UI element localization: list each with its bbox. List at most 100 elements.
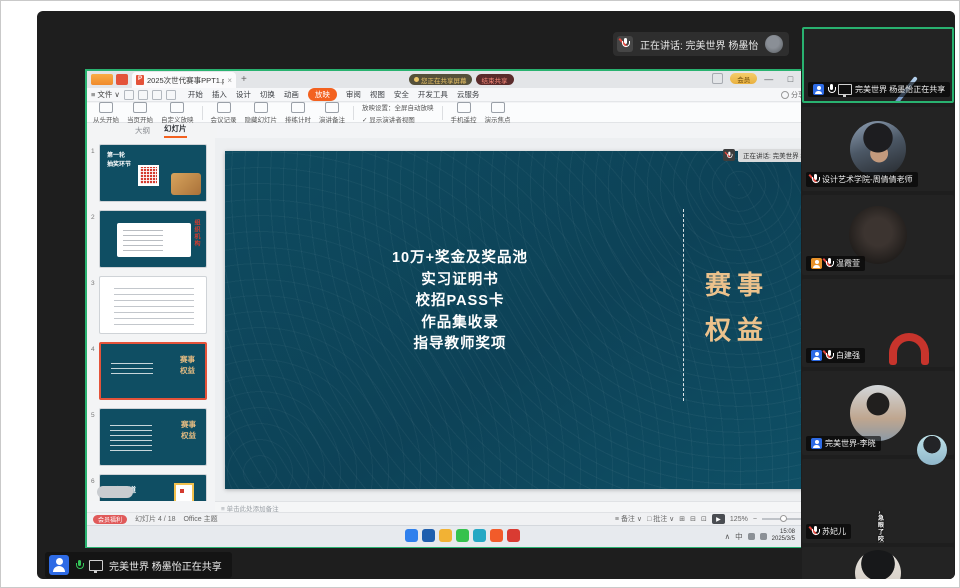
tab-view[interactable]: 视图 [370, 89, 385, 100]
tool-meeting-record[interactable]: 会议记录 [211, 102, 237, 124]
participant-tile[interactable]: 温霞萱 [802, 195, 954, 275]
wps-home-button[interactable] [91, 74, 113, 85]
text-lines-graphic [114, 287, 194, 325]
notes-toggle[interactable]: ≡ 备注 ∨ [615, 514, 642, 524]
muted-mic-icon [617, 36, 633, 52]
thumb-number: 4 [91, 346, 95, 353]
slide-thumbnail-1[interactable]: 第一轮 抽奖环节 [99, 144, 207, 202]
slide-thumbnail-4-selected[interactable]: 赛事权益 [99, 342, 207, 400]
tray-expand-icon[interactable]: ∧ [725, 532, 731, 541]
tool-hide-slide[interactable]: 隐藏幻灯片 [245, 102, 278, 124]
browser-icon[interactable] [473, 529, 486, 542]
stop-share-button[interactable]: 结束共享 [476, 74, 514, 85]
volume-icon[interactable] [760, 533, 767, 540]
member-button[interactable]: 会员 [730, 73, 757, 84]
active-mic-icon [75, 560, 83, 571]
slide-canvas[interactable]: 10万+奖金及奖品池 实习证明书 校招PASS卡 作品集收录 指导教师奖项 赛事… [215, 138, 825, 501]
slide-thumbnail-5[interactable]: 赛事权益 [99, 408, 207, 466]
play-page-icon [133, 102, 147, 113]
wechat-icon[interactable] [456, 529, 469, 542]
tool-speaker-notes[interactable]: 演讲备注 [319, 102, 345, 124]
wps-app-icon[interactable] [490, 529, 503, 542]
hide-slide-icon [254, 102, 268, 113]
view-sorter-icon[interactable]: ⊟ [690, 515, 696, 523]
participant-name: 完美世界 杨墨怡正在共享 [855, 84, 945, 95]
current-slide[interactable]: 10万+奖金及奖品池 实习证明书 校招PASS卡 作品集收录 指导教师奖项 赛事… [225, 151, 809, 489]
screenshot-root: 正在讲话: 完美世界 杨墨怡 2025次世代赛事PPT1.pptx × + 您正… [0, 0, 960, 588]
document-tab[interactable]: 2025次世代赛事PPT1.pptx × [132, 72, 236, 88]
wps-logo-icon[interactable] [116, 74, 128, 85]
show-settings-group: 放映设置：全屏自动放映 ✓ 显示演讲者视图 [362, 102, 434, 124]
close-tab-icon[interactable]: × [227, 76, 232, 85]
presenter-view-checkbox[interactable]: ✓ 显示演讲者视图 [362, 114, 434, 124]
theme-indicator: Office 主题 [183, 514, 217, 524]
avatar-anime [855, 550, 901, 579]
zoom-slider-knob[interactable] [780, 515, 787, 522]
muted-mic-icon [825, 350, 833, 361]
tool-phone-remote[interactable]: 手机遥控 [451, 102, 477, 124]
ribbon-tabs: 开始 插入 设计 切换 动画 放映 审阅 视图 安全 开发工具 云服务 [188, 88, 480, 101]
tray-date: 2025/3/5 [772, 536, 795, 543]
participant-tile-partial[interactable] [802, 547, 954, 579]
tool-from-current[interactable]: 当页开始 [127, 102, 153, 124]
view-reading-icon[interactable]: ⊡ [701, 515, 707, 523]
bullet-line: 实习证明书 [340, 270, 580, 292]
taskbar-clock[interactable]: 15:08 2025/3/5 [772, 529, 795, 543]
bullet-line: 10万+奖金及奖品池 [340, 248, 580, 270]
tab-devtools[interactable]: 开发工具 [418, 89, 448, 100]
search-icon[interactable] [422, 529, 435, 542]
tab-slides[interactable]: 幻灯片 [164, 123, 187, 138]
avatar-photo [850, 385, 906, 441]
tab-security[interactable]: 安全 [394, 89, 409, 100]
file-explorer-icon[interactable] [439, 529, 452, 542]
apps-grid-icon[interactable] [712, 73, 723, 84]
participant-tile-sharer[interactable]: 完美世界 杨墨怡正在共享 [802, 27, 954, 103]
shared-screen-frame: 2025次世代赛事PPT1.pptx × + 您正在共享屏幕 结束共享 会员 —… [85, 69, 825, 548]
user-avatar-icon [49, 555, 69, 575]
tab-outline[interactable]: 大纲 [135, 125, 150, 138]
participants-panel: 完美世界 杨墨怡正在共享 设计艺术学院-周倩倩老师 温霞萱 [801, 11, 955, 579]
tool-rehearse[interactable]: 排练计时 [285, 102, 311, 124]
slide-thumbnail-3[interactable] [99, 276, 207, 334]
tab-slideshow-active[interactable]: 放映 [308, 88, 337, 101]
notes-bar[interactable]: ≡ 单击此处添加备注 [215, 501, 825, 512]
tab-insert[interactable]: 插入 [212, 89, 227, 100]
tab-home[interactable]: 开始 [188, 89, 203, 100]
play-slideshow-button[interactable]: ▶ [712, 514, 725, 524]
ppt-app-icon[interactable] [507, 529, 520, 542]
show-settings-option[interactable]: 放映设置：全屏自动放映 [362, 102, 434, 112]
tool-presenter-focus[interactable]: 演示焦点 [485, 102, 511, 124]
participant-tile[interactable]: 白建强 [802, 279, 954, 367]
screen-share-icon [89, 560, 103, 571]
view-normal-icon[interactable]: ⊞ [679, 515, 685, 523]
tab-design[interactable]: 设计 [236, 89, 251, 100]
meeting-app-icon[interactable] [405, 529, 418, 542]
wps-titlebar: 2025次世代赛事PPT1.pptx × + 您正在共享屏幕 结束共享 会员 —… [87, 71, 823, 88]
print-icon[interactable] [138, 90, 148, 100]
tab-animation[interactable]: 动画 [284, 89, 299, 100]
bottom-sharing-badge: 完美世界 杨墨怡正在共享 [45, 552, 232, 578]
slide-thumbnail-2[interactable]: 组织机构 [99, 210, 207, 268]
undo-icon[interactable] [152, 90, 162, 100]
comments-toggle[interactable]: □ 批注 ∨ [647, 514, 674, 524]
participant-tile[interactable]: 设计艺术学院-周倩倩老师 [802, 107, 954, 191]
participant-tile[interactable]: ，急眼了咬不到就急眼 苏妃儿 [802, 459, 954, 543]
new-tab-button[interactable]: + [241, 74, 247, 85]
mic-badge-icon [723, 149, 735, 161]
zoom-level[interactable]: 125% [730, 516, 748, 523]
tab-review[interactable]: 审阅 [346, 89, 361, 100]
tool-from-beginning[interactable]: 从头开始 [93, 102, 119, 124]
tab-cloud[interactable]: 云服务 [457, 89, 480, 100]
zoom-out-button[interactable]: − [753, 516, 757, 523]
qr-code-graphic [174, 483, 194, 501]
tool-custom-show[interactable]: 自定义放映 [161, 102, 194, 124]
wifi-icon[interactable] [748, 533, 755, 540]
screen-share-icon [838, 84, 852, 95]
redo-icon[interactable] [166, 90, 176, 100]
ime-indicator[interactable]: 中 [735, 531, 743, 542]
slide-thumbnail-panel: 1 第一轮 抽奖环节 2 组织机构 3 4 [87, 138, 216, 501]
promo-pill[interactable]: 会员福利 [93, 515, 127, 524]
file-menu[interactable]: ≡ 文件 ∨ [91, 89, 120, 100]
tab-transition[interactable]: 切换 [260, 89, 275, 100]
save-icon[interactable] [124, 90, 134, 100]
